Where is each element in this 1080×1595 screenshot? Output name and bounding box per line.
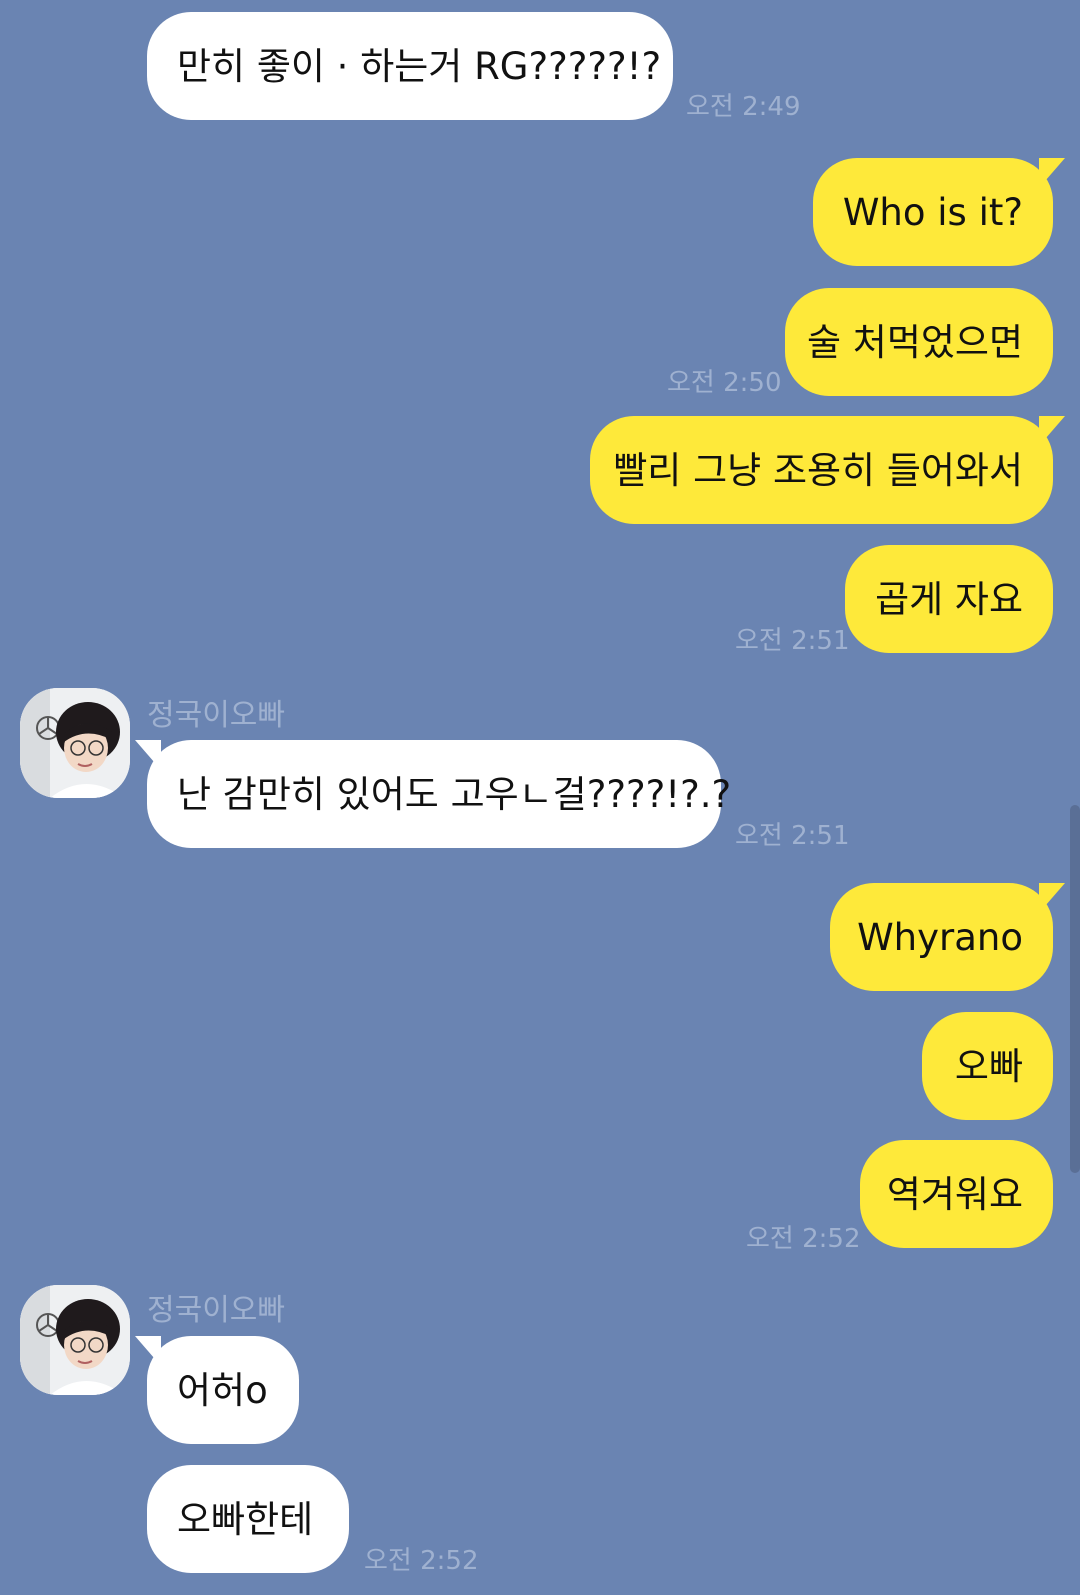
message-text: 빨리 그냥 조용히 들어와서 xyxy=(613,448,1023,492)
message-timestamp: 오전 2:51 xyxy=(735,821,850,851)
message-timestamp: 오전 2:49 xyxy=(686,92,801,122)
message-text: 술 처먹었으면 xyxy=(806,320,1023,364)
sender-avatar[interactable] xyxy=(20,1285,130,1395)
message-bubble-outgoing[interactable]: 곱게 자요 xyxy=(845,545,1053,653)
bubble-tail xyxy=(1039,416,1065,446)
profile-photo-icon xyxy=(20,688,130,798)
sender-name: 정국이오빠 xyxy=(147,1293,285,1328)
message-text: 곱게 자요 xyxy=(875,577,1023,621)
bubble-tail xyxy=(1039,883,1065,913)
message-timestamp: 오전 2:50 xyxy=(667,368,782,398)
message-bubble-outgoing[interactable]: Whyrano xyxy=(830,883,1065,991)
message-bubble-outgoing[interactable]: 빨리 그냥 조용히 들어와서 xyxy=(590,416,1065,524)
message-timestamp: 오전 2:51 xyxy=(735,626,850,656)
message-bubble-incoming[interactable]: 어허o xyxy=(135,1336,299,1444)
message-bubble-incoming[interactable]: 만히 좋이 · 하는거 RG?????!? xyxy=(147,12,673,120)
message-bubble-outgoing[interactable]: 역겨워요 xyxy=(860,1140,1053,1248)
message-bubble-incoming[interactable]: 오빠한테 xyxy=(147,1465,349,1573)
bubble-tail xyxy=(1039,158,1065,188)
profile-photo-icon xyxy=(20,1285,130,1395)
sender-name: 정국이오빠 xyxy=(147,698,285,733)
message-text: 역겨워요 xyxy=(886,1172,1023,1216)
message-text: 난 감만히 있어도 고우ㄴ걸????!?.? xyxy=(177,772,732,816)
message-text: 오빠한테 xyxy=(177,1497,314,1541)
message-text: 오빠 xyxy=(954,1044,1023,1088)
scrollbar[interactable] xyxy=(1070,805,1080,1173)
message-bubble-outgoing[interactable]: Who is it? xyxy=(813,158,1065,266)
message-text: Who is it? xyxy=(842,190,1023,234)
message-bubble-incoming[interactable]: 난 감만히 있어도 고우ㄴ걸????!?.? xyxy=(135,740,731,848)
message-timestamp: 오전 2:52 xyxy=(364,1546,479,1576)
message-text: 어허o xyxy=(177,1368,268,1412)
message-timestamp: 오전 2:52 xyxy=(746,1224,861,1254)
bubble-tail xyxy=(135,740,161,770)
bubble-tail xyxy=(135,1336,161,1366)
message-bubble-outgoing[interactable]: 오빠 xyxy=(922,1012,1053,1120)
message-bubble-outgoing[interactable]: 술 처먹었으면 xyxy=(785,288,1053,396)
message-text: 만히 좋이 · 하는거 RG?????!? xyxy=(177,44,662,88)
message-text: Whyrano xyxy=(857,915,1023,959)
sender-avatar[interactable] xyxy=(20,688,130,798)
